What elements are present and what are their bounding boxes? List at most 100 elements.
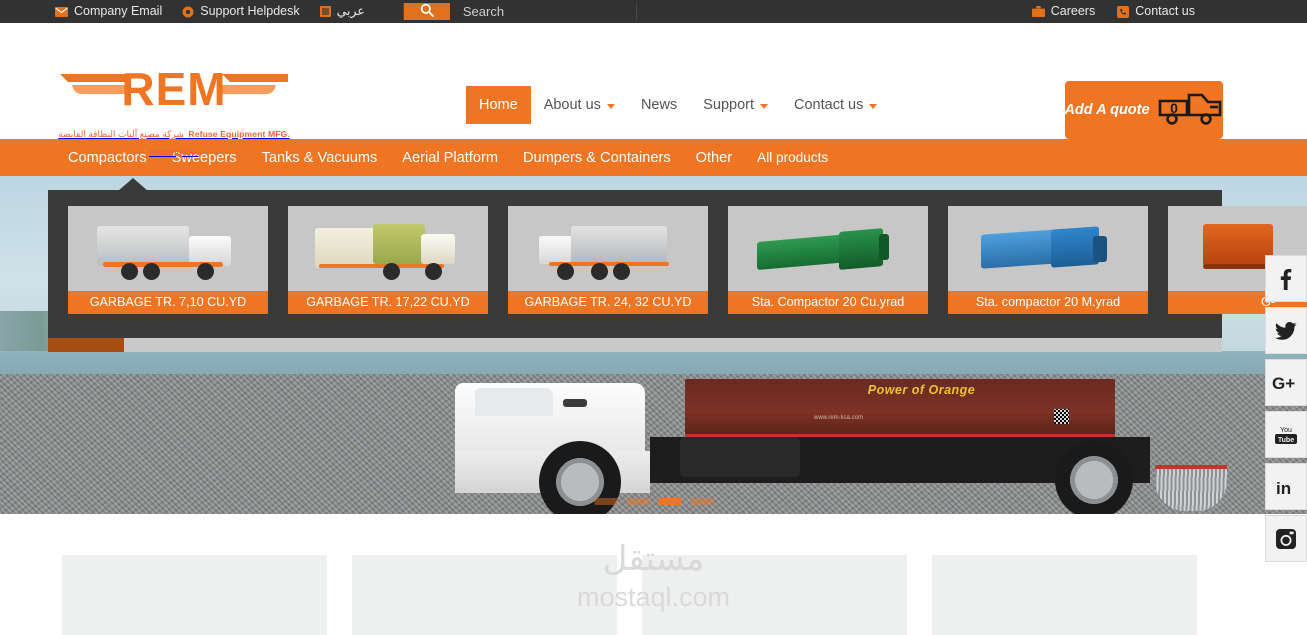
hero-sweeper-truck-image: Power of Orange www.rem-ksa.com: [455, 379, 1245, 514]
phone-icon: [1117, 5, 1130, 18]
garbage-truck-icon: [93, 218, 243, 280]
arabic-language-label: عربي: [336, 4, 365, 19]
hero-slide-dot-2[interactable]: [626, 498, 649, 505]
category-other[interactable]: Other: [696, 150, 733, 166]
twitter-icon[interactable]: [1265, 307, 1307, 354]
hero-slide-dot-4[interactable]: [690, 498, 713, 505]
product-card-3[interactable]: [642, 555, 907, 635]
chevron-down-icon: [760, 104, 768, 109]
svg-text:You: You: [1280, 427, 1292, 434]
instagram-icon[interactable]: [1265, 515, 1307, 562]
linkedin-icon[interactable]: in: [1265, 463, 1307, 510]
nav-item-news[interactable]: News: [628, 86, 690, 124]
truck-handle: [563, 399, 587, 407]
add-a-quote-label: Add A quote: [1064, 102, 1150, 118]
garbage-truck-icon: [313, 218, 463, 280]
hero-slide-dot-3[interactable]: [658, 498, 681, 505]
hero-banner: Power of Orange www.rem-ksa.com GARBAGE: [0, 176, 1307, 514]
carousel-thumb-caption: GARBAGE TR. 7,10 CU.YD: [68, 291, 268, 314]
category-all-products[interactable]: All products: [757, 150, 828, 165]
hero-banner-subtext: www.rem-ksa.com: [814, 415, 864, 421]
qr-code-icon: [1054, 409, 1069, 424]
carousel-thumb-caption: Sta. Compactor 20 Cu.yrad: [728, 291, 928, 314]
carousel-thumb-image: [68, 206, 268, 291]
truck-window: [475, 388, 553, 416]
hero-slide-dot-1[interactable]: [594, 498, 617, 505]
category-dumpers-containers[interactable]: Dumpers & Containers: [523, 150, 671, 166]
carousel-thumb-caption: GARBAGE TR. 24, 32 CU.YD: [508, 291, 708, 314]
search-bar: [402, 3, 637, 20]
google-plus-icon[interactable]: G+: [1265, 359, 1307, 406]
category-aerial-platform[interactable]: Aerial Platform: [402, 150, 498, 166]
contact-us-top-link[interactable]: Contact us: [1117, 5, 1195, 18]
truck-hopper-banner: Power of Orange www.rem-ksa.com: [685, 379, 1115, 437]
product-card-1[interactable]: [62, 555, 327, 635]
product-card-4[interactable]: REM: [932, 555, 1197, 635]
search-button[interactable]: [403, 3, 450, 20]
svg-text:0: 0: [1170, 100, 1178, 116]
nav-item-home[interactable]: Home: [466, 86, 531, 124]
nav-item-home-label: Home: [479, 97, 518, 113]
truck-tank: [680, 437, 800, 477]
site-header: REM شركة مصنع آليات النظافة القابضة Refu…: [0, 23, 1307, 157]
nav-item-contact-us[interactable]: Contact us: [781, 86, 890, 124]
chevron-down-icon: [869, 104, 878, 109]
product-carousel-panel: GARBAGE TR. 7,10 CU.YD GARBAGE TR. 17,22…: [48, 178, 1307, 338]
stationary-compactor-icon: [973, 218, 1123, 280]
carousel-thumb-image: [508, 206, 708, 291]
rem-wordmark-icon: REM: [58, 61, 290, 124]
svg-text:REM: REM: [121, 63, 226, 115]
carousel-thumbnail-list: GARBAGE TR. 7,10 CU.YD GARBAGE TR. 17,22…: [48, 190, 1307, 314]
support-helpdesk-link[interactable]: Support Helpdesk: [182, 4, 300, 19]
svg-text:Tube: Tube: [1278, 437, 1294, 444]
sweeper-brush: [1155, 465, 1227, 511]
carousel-thumb-caption: GARBAGE TR. 17,22 CU.YD: [288, 291, 488, 314]
bucher-sweeper-icon: BUCHER REM: [410, 629, 560, 635]
carousel-thumb[interactable]: Sta. compactor 20 M.yrad: [948, 206, 1148, 314]
nav-item-support[interactable]: Support: [690, 86, 781, 124]
vacuum-tanker-icon: [700, 627, 850, 635]
add-a-quote-button[interactable]: Add A quote 0: [1064, 81, 1224, 139]
hero-slide-indicators: [594, 498, 713, 505]
carousel-scrollbar-track[interactable]: [48, 338, 1222, 352]
flag-icon: [319, 6, 331, 17]
search-icon: [420, 3, 434, 20]
carousel-scrollbar-thumb[interactable]: [48, 338, 124, 352]
youtube-icon[interactable]: You Tube: [1265, 411, 1307, 458]
careers-link[interactable]: Careers: [1031, 4, 1096, 19]
envelope-icon: [55, 6, 68, 17]
dump-truck-icon: 0: [1158, 91, 1224, 130]
chevron-down-icon: [606, 104, 615, 109]
site-logo[interactable]: REM شركة مصنع آليات النظافة القابضة Refu…: [58, 61, 290, 160]
main-navigation: Home About us News Support Contact us: [466, 86, 890, 124]
carousel-thumb[interactable]: GARBAGE TR. 24, 32 CU.YD: [508, 206, 708, 314]
svg-text:G+: G+: [1272, 374, 1295, 392]
nav-item-about-us[interactable]: About us: [531, 86, 628, 124]
arabic-language-link[interactable]: عربي: [319, 4, 365, 19]
topbar-right-links: Careers Contact us: [1031, 0, 1307, 23]
social-media-rail: G+ You Tube in: [1265, 255, 1307, 562]
carousel-thumb-image: [948, 206, 1148, 291]
search-input[interactable]: [449, 3, 636, 20]
lifebuoy-icon: [182, 6, 194, 18]
aerial-platform-icon: REM: [990, 627, 1140, 635]
briefcase-icon: [1031, 6, 1045, 17]
company-email-link[interactable]: Company Email: [55, 5, 162, 18]
carousel-thumb-image: [288, 206, 488, 291]
truck-cab: [455, 383, 645, 459]
carousel-thumb-image: [728, 206, 928, 291]
carousel-thumb[interactable]: Sta. Compactor 20 Cu.yrad: [728, 206, 928, 314]
garbage-truck-icon: [533, 218, 683, 280]
support-helpdesk-label: Support Helpdesk: [200, 4, 300, 19]
facebook-icon[interactable]: [1265, 255, 1307, 302]
carousel-thumb[interactable]: GARBAGE TR. 17,22 CU.YD: [288, 206, 488, 314]
top-utility-bar: Company Email Support Helpdesk عربي Sear…: [0, 0, 1307, 23]
contact-us-top-label: Contact us: [1135, 4, 1195, 19]
topbar-left-links: Company Email Support Helpdesk عربي: [0, 0, 637, 23]
truck-rear-wheel: [1055, 441, 1133, 514]
hero-banner-text: Power of Orange: [867, 383, 976, 397]
carousel-thumb[interactable]: GARBAGE TR. 7,10 CU.YD: [68, 206, 268, 314]
careers-label: Careers: [1050, 4, 1096, 19]
product-card-2[interactable]: BUCHER REM: [352, 555, 617, 635]
nav-item-about-us-label: About us: [543, 97, 601, 113]
